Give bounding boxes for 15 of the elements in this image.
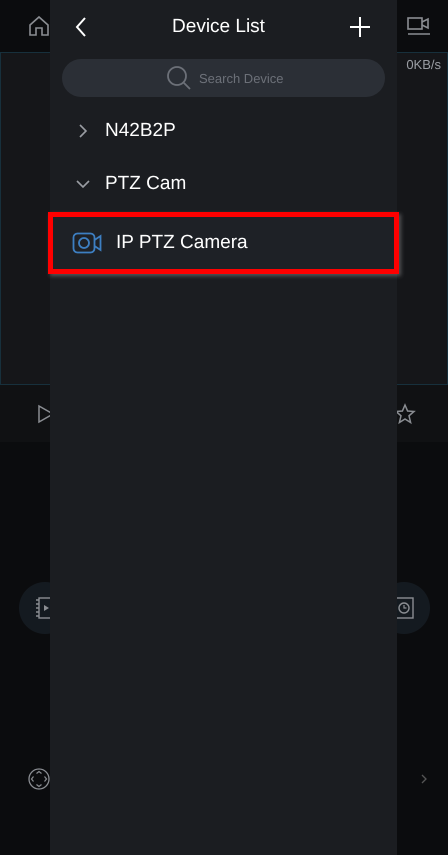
ptz-control-icon[interactable] bbox=[28, 768, 50, 790]
device-row[interactable]: IP PTZ Camera bbox=[48, 212, 399, 274]
chevron-right-icon[interactable] bbox=[420, 773, 428, 785]
device-group-row[interactable]: PTZ Cam bbox=[50, 157, 397, 210]
star-icon[interactable] bbox=[394, 402, 416, 424]
add-button[interactable] bbox=[348, 16, 371, 38]
panel-title: Device List bbox=[172, 16, 265, 38]
video-camera-icon[interactable] bbox=[406, 14, 432, 38]
search-icon bbox=[166, 65, 192, 91]
home-icon[interactable] bbox=[27, 14, 51, 38]
search-field[interactable]: Search Device bbox=[62, 59, 385, 97]
camera-icon bbox=[72, 232, 102, 254]
speed-text: 0KB/s bbox=[406, 57, 441, 72]
back-button[interactable] bbox=[74, 16, 88, 38]
device-group-row[interactable]: N42B2P bbox=[50, 104, 397, 157]
